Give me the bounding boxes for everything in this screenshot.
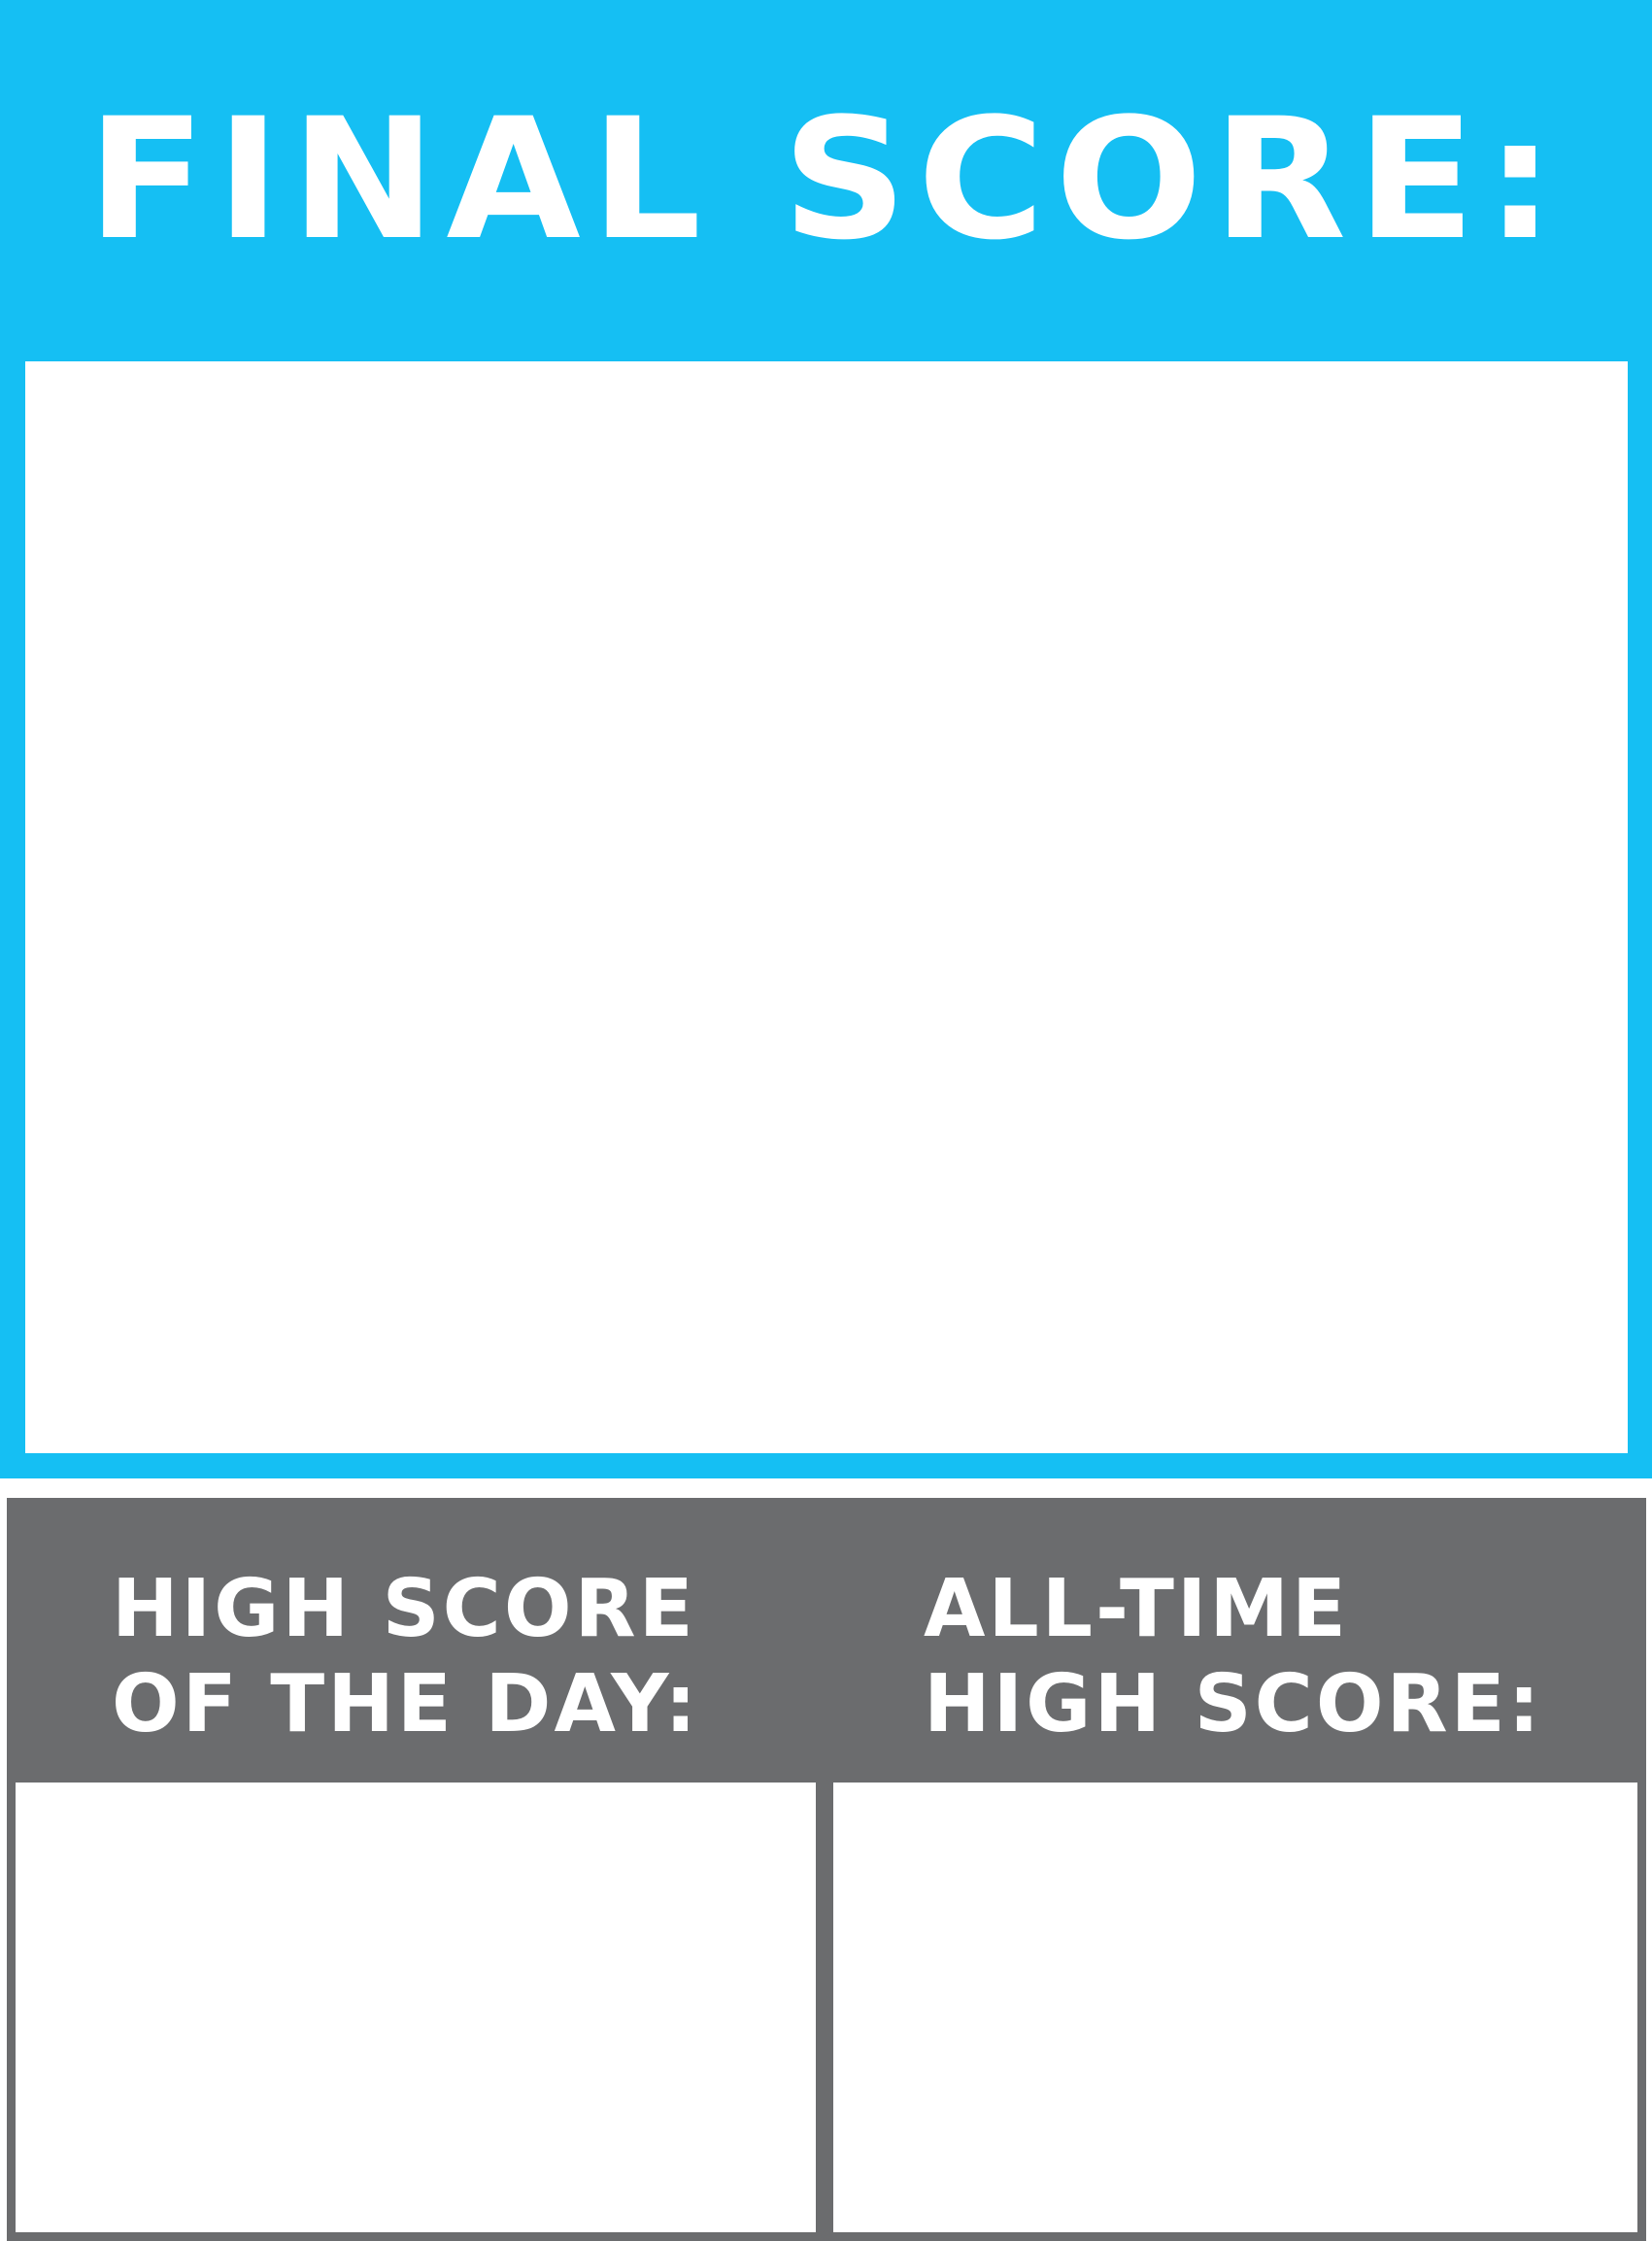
all-time-high-score-title-line2: HIGH SCORE: <box>924 1658 1543 1750</box>
high-score-of-the-day-title-line1: HIGH SCORE <box>112 1563 696 1655</box>
final-score-title: FINAL SCORE: <box>86 82 1566 277</box>
all-time-high-score-header: ALL-TIME HIGH SCORE: <box>825 1498 1646 1783</box>
final-score-panel: FINAL SCORE: <box>0 0 1652 1478</box>
high-score-of-the-day-header: HIGH SCORE OF THE DAY: <box>7 1498 825 1783</box>
high-score-of-the-day-title-line2: OF THE DAY: <box>112 1658 700 1750</box>
all-time-high-score-panel: ALL-TIME HIGH SCORE: <box>825 1498 1646 2241</box>
all-time-high-score-title: ALL-TIME HIGH SCORE: <box>924 1562 1543 1752</box>
all-time-high-score-title-line1: ALL-TIME <box>924 1563 1350 1655</box>
final-score-header: FINAL SCORE: <box>0 0 1652 359</box>
final-score-box <box>25 361 1628 1453</box>
high-score-of-the-day-panel: HIGH SCORE OF THE DAY: <box>7 1498 825 2241</box>
high-score-of-the-day-box <box>7 1783 825 2241</box>
all-time-high-score-box <box>825 1783 1646 2241</box>
high-score-of-the-day-title: HIGH SCORE OF THE DAY: <box>112 1562 699 1752</box>
